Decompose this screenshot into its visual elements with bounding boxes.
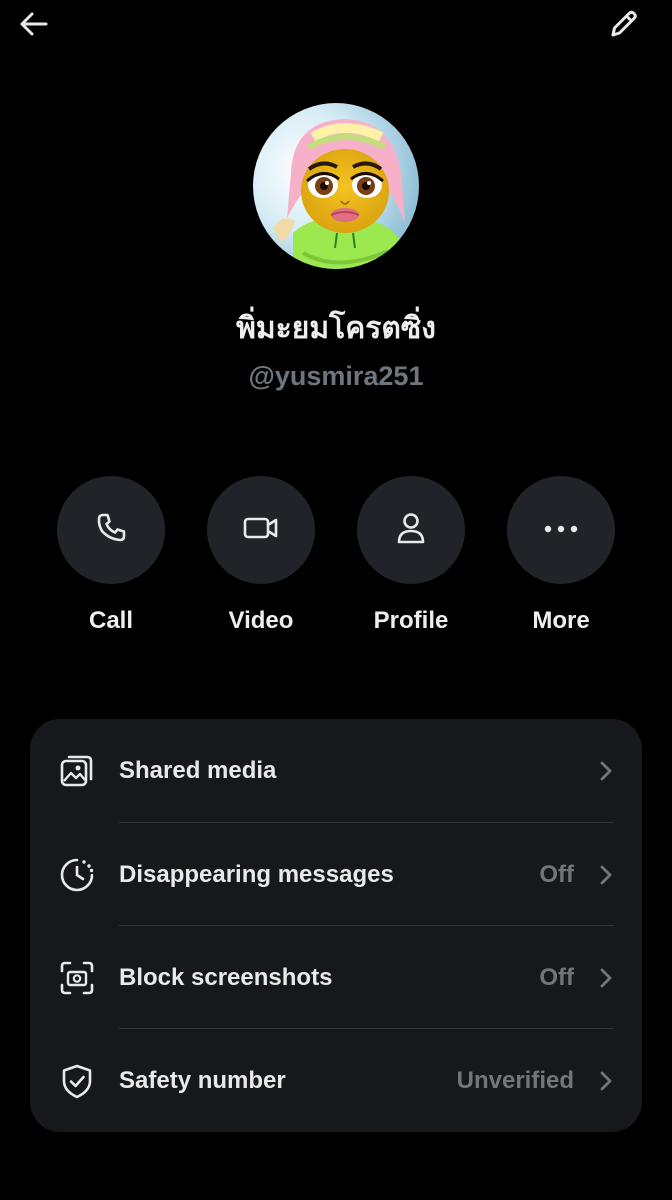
chevron-right-icon xyxy=(596,966,616,990)
safety-number-row[interactable]: Safety number Unverified xyxy=(30,1029,642,1132)
back-button[interactable] xyxy=(2,0,66,52)
block-screenshots-label: Block screenshots xyxy=(119,963,333,991)
conversation-settings-card: Shared media Disappearing messages Off B… xyxy=(30,719,642,1132)
pencil-icon xyxy=(607,7,641,46)
video-button-circle[interactable] xyxy=(207,476,315,584)
arrow-left-icon xyxy=(18,10,50,43)
shared-media-row[interactable]: Shared media xyxy=(30,719,642,822)
profile-button[interactable]: Profile xyxy=(336,476,486,636)
profile-button-circle[interactable] xyxy=(357,476,465,584)
username-handle: @yusmira251 xyxy=(248,361,424,391)
screenshot-icon xyxy=(58,959,96,997)
timer-icon xyxy=(58,856,96,894)
chevron-right-icon xyxy=(596,759,616,783)
call-button[interactable]: Call xyxy=(36,476,186,636)
action-buttons: Call Video Profile More xyxy=(0,476,672,646)
block-screenshots-row[interactable]: Block screenshots Off xyxy=(30,926,642,1029)
video-camera-icon xyxy=(242,511,280,550)
cartoon-avatar xyxy=(253,103,419,269)
disappearing-messages-label: Disappearing messages xyxy=(119,860,394,888)
profile-label: Profile xyxy=(373,607,449,634)
disappearing-messages-row[interactable]: Disappearing messages Off xyxy=(30,823,642,926)
person-icon xyxy=(394,510,428,551)
safety-number-value: Unverified xyxy=(456,1066,574,1094)
disappearing-messages-value: Off xyxy=(539,860,574,888)
more-button[interactable]: More xyxy=(486,476,636,636)
chevron-right-icon xyxy=(596,1069,616,1093)
more-label: More xyxy=(532,607,590,634)
phone-icon xyxy=(94,511,128,550)
video-button[interactable]: Video xyxy=(186,476,336,636)
display-name: พิ่มะยมโครตซิ่ง xyxy=(236,311,436,346)
edit-button[interactable] xyxy=(592,0,656,52)
chevron-right-icon xyxy=(596,863,616,887)
shared-media-label: Shared media xyxy=(119,756,277,784)
video-label: Video xyxy=(228,607,294,634)
shield-check-icon xyxy=(58,1062,96,1100)
more-button-circle[interactable] xyxy=(507,476,615,584)
call-button-circle[interactable] xyxy=(57,476,165,584)
call-label: Call xyxy=(88,607,133,634)
more-horizontal-icon xyxy=(543,521,579,539)
block-screenshots-value: Off xyxy=(539,963,574,991)
avatar[interactable] xyxy=(253,103,419,269)
image-stack-icon xyxy=(58,752,96,790)
safety-number-label: Safety number xyxy=(119,1066,286,1094)
